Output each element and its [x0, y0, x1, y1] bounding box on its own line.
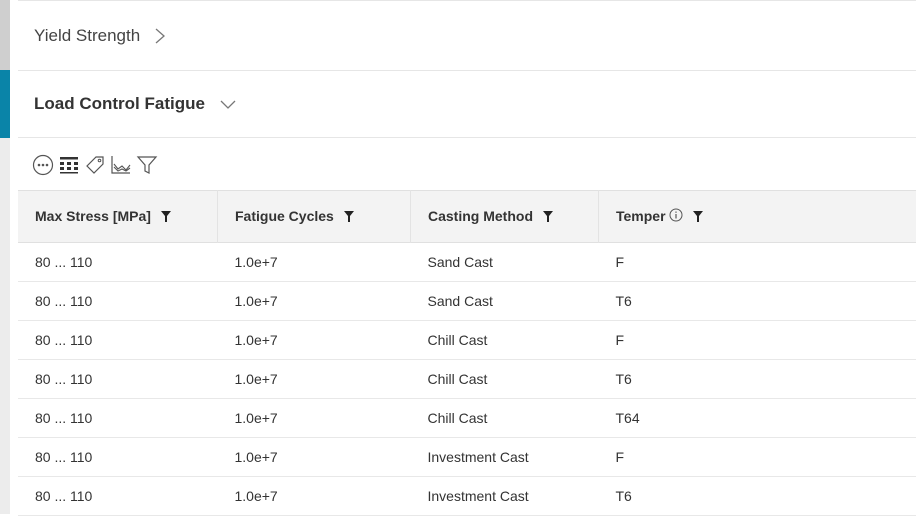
cell-fatigue-cycles: 1.0e+7	[218, 321, 411, 360]
section-yield-strength[interactable]: Yield Strength	[18, 0, 916, 71]
column-header-fatigue-cycles[interactable]: Fatigue Cycles	[218, 191, 411, 243]
cell-max-stress: 80 ... 110	[18, 282, 218, 321]
table-row[interactable]: 80 ... 110 1.0e+7 Sand Cast T6	[18, 282, 916, 321]
cell-max-stress: 80 ... 110	[18, 360, 218, 399]
left-rail	[0, 0, 10, 514]
cell-temper: T6	[599, 282, 916, 321]
cell-casting-method: Chill Cast	[411, 321, 599, 360]
filter-icon[interactable]	[161, 209, 171, 225]
chevron-down-icon[interactable]	[219, 98, 237, 110]
column-header-casting-method[interactable]: Casting Method	[411, 191, 599, 243]
cell-temper: T64	[599, 399, 916, 438]
cell-fatigue-cycles: 1.0e+7	[218, 282, 411, 321]
column-header-temper[interactable]: Temper	[599, 191, 916, 243]
table-row[interactable]: 80 ... 110 1.0e+7 Chill Cast T6	[18, 360, 916, 399]
table-header-row: Max Stress [MPa] Fatigue Cycles Casting …	[18, 191, 916, 243]
cell-casting-method: Sand Cast	[411, 282, 599, 321]
cell-temper: T6	[599, 360, 916, 399]
section-indicator-active	[0, 70, 10, 138]
table-row[interactable]: 80 ... 110 1.0e+7 Chill Cast F	[18, 321, 916, 360]
cell-max-stress: 80 ... 110	[18, 243, 218, 282]
cell-max-stress: 80 ... 110	[18, 321, 218, 360]
table-toolbar	[18, 140, 916, 190]
column-header-label: Casting Method	[428, 208, 533, 224]
columns-icon[interactable]	[56, 152, 82, 178]
fatigue-data-table: Max Stress [MPa] Fatigue Cycles Casting …	[18, 190, 916, 516]
cell-casting-method: Investment Cast	[411, 477, 599, 516]
cell-max-stress: 80 ... 110	[18, 399, 218, 438]
cell-max-stress: 80 ... 110	[18, 477, 218, 516]
cell-temper: F	[599, 321, 916, 360]
cell-casting-method: Investment Cast	[411, 438, 599, 477]
cell-fatigue-cycles: 1.0e+7	[218, 399, 411, 438]
table-row[interactable]: 80 ... 110 1.0e+7 Investment Cast T6	[18, 477, 916, 516]
chart-icon[interactable]	[108, 152, 134, 178]
table-row[interactable]: 80 ... 110 1.0e+7 Investment Cast F	[18, 438, 916, 477]
section-title: Yield Strength	[34, 26, 140, 46]
cell-fatigue-cycles: 1.0e+7	[218, 243, 411, 282]
cell-casting-method: Chill Cast	[411, 399, 599, 438]
chevron-right-icon[interactable]	[154, 27, 166, 45]
section-title: Load Control Fatigue	[34, 94, 205, 114]
cell-temper: F	[599, 243, 916, 282]
cell-fatigue-cycles: 1.0e+7	[218, 477, 411, 516]
more-options-icon[interactable]	[30, 152, 56, 178]
cell-temper: F	[599, 438, 916, 477]
filter-icon[interactable]	[693, 209, 703, 225]
section-indicator-inactive	[0, 0, 10, 70]
cell-temper: T6	[599, 477, 916, 516]
cell-fatigue-cycles: 1.0e+7	[218, 438, 411, 477]
table-row[interactable]: 80 ... 110 1.0e+7 Sand Cast F	[18, 243, 916, 282]
info-icon[interactable]	[669, 208, 683, 225]
filter-icon[interactable]	[344, 209, 354, 225]
filter-icon[interactable]	[543, 209, 553, 225]
properties-panel: Yield Strength Load Control Fatigue	[18, 0, 916, 514]
column-header-label: Max Stress [MPa]	[35, 208, 151, 224]
tag-icon[interactable]	[82, 152, 108, 178]
section-load-control-fatigue[interactable]: Load Control Fatigue	[18, 71, 916, 138]
cell-casting-method: Chill Cast	[411, 360, 599, 399]
cell-fatigue-cycles: 1.0e+7	[218, 360, 411, 399]
cell-max-stress: 80 ... 110	[18, 438, 218, 477]
table-row[interactable]: 80 ... 110 1.0e+7 Chill Cast T64	[18, 399, 916, 438]
cell-casting-method: Sand Cast	[411, 243, 599, 282]
column-header-label: Temper	[616, 208, 666, 224]
filter-icon[interactable]	[134, 152, 160, 178]
column-header-max-stress[interactable]: Max Stress [MPa]	[18, 191, 218, 243]
column-header-label: Fatigue Cycles	[235, 208, 334, 224]
